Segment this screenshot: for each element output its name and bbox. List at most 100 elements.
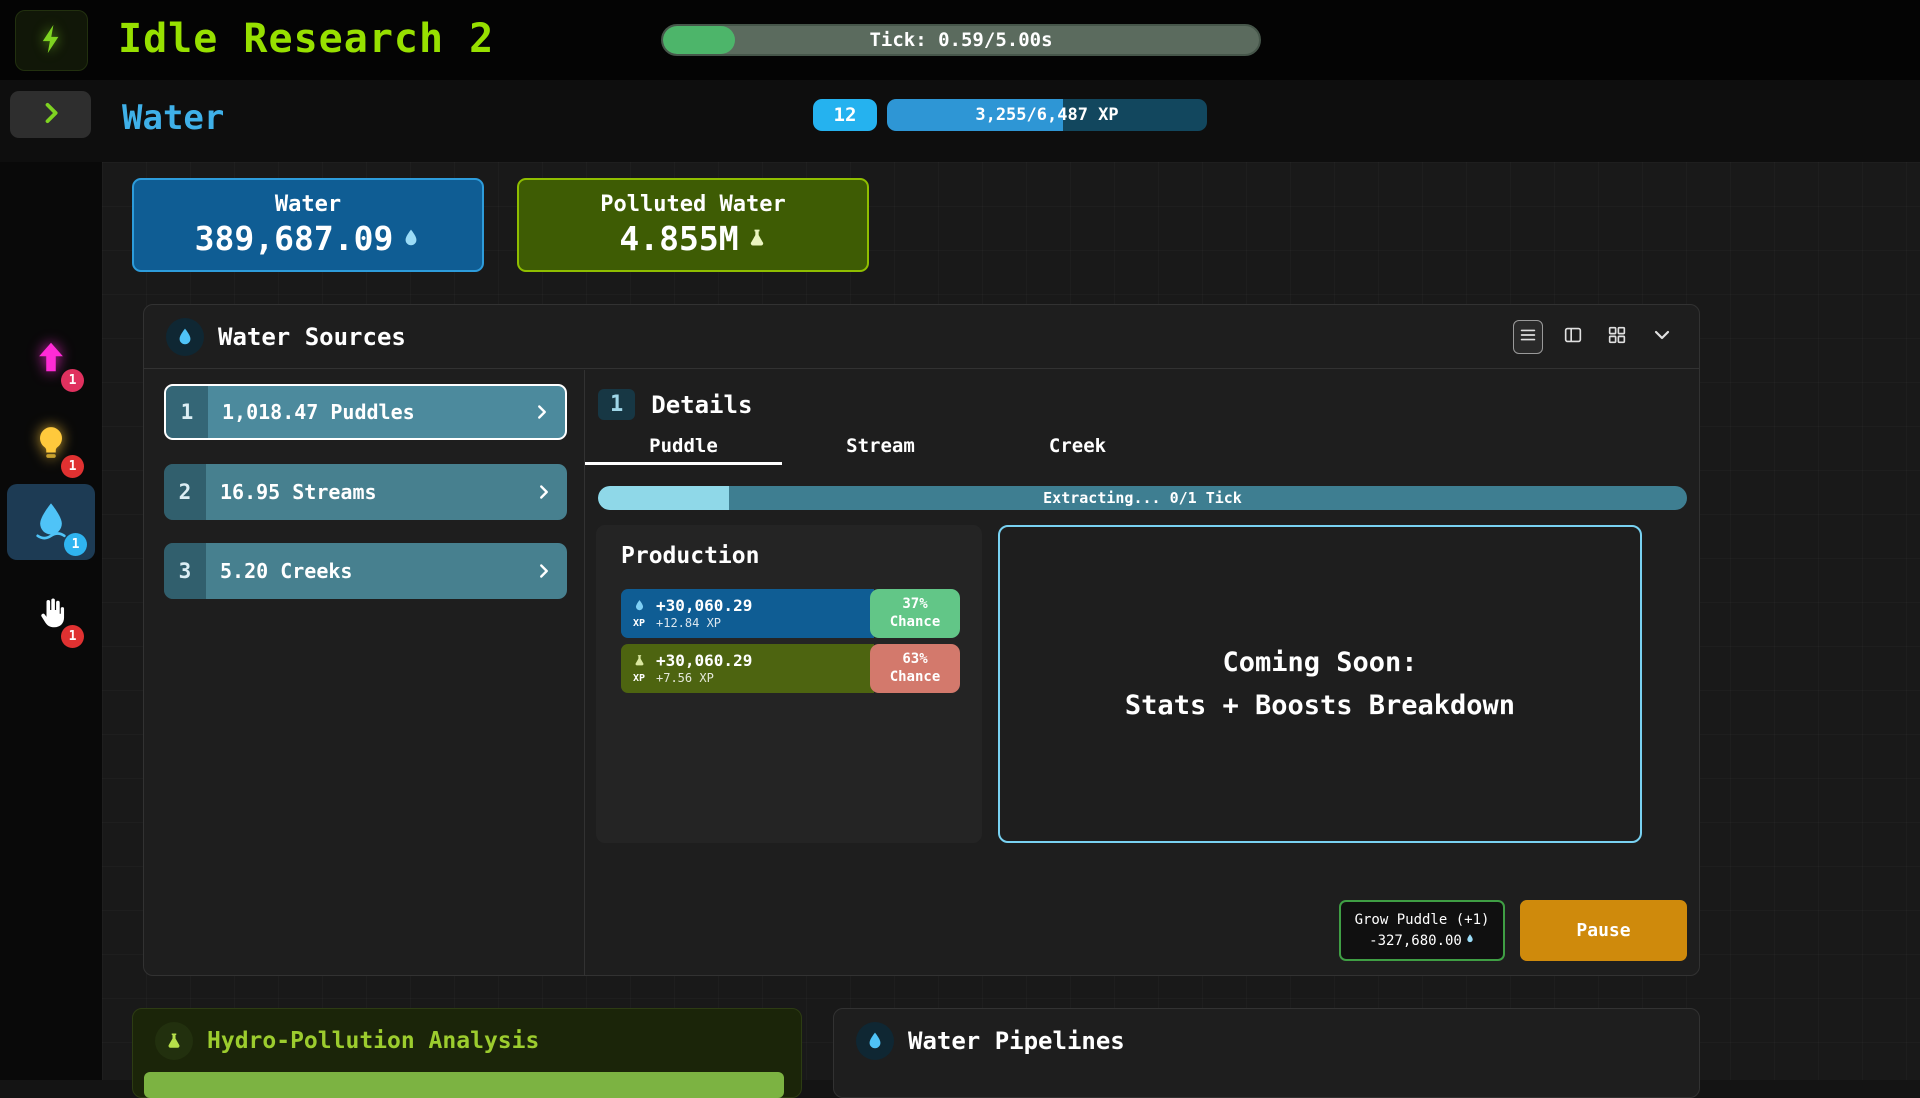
hydro-pollution-panel: Hydro-Pollution Analysis bbox=[132, 1008, 802, 1098]
grid-view-icon bbox=[1606, 324, 1628, 350]
sidebar-item-clicker[interactable]: 1 bbox=[22, 586, 80, 644]
production-row-water: XP +30,060.29 +12.84 XP 37% Chance bbox=[621, 589, 960, 638]
level-badge: 12 bbox=[813, 99, 877, 131]
source-index: 2 bbox=[164, 464, 206, 520]
production-title: Production bbox=[621, 543, 759, 569]
chance-badge: 37% Chance bbox=[870, 589, 960, 638]
polluted-amount: 4.855M bbox=[619, 219, 738, 258]
xp-chip: XP bbox=[633, 618, 645, 629]
source-item-puddles[interactable]: 1 1,018.47 Puddles bbox=[164, 384, 567, 440]
chevron-right-icon bbox=[37, 99, 65, 131]
extracting-label: Extracting... 0/1 Tick bbox=[598, 486, 1687, 510]
hydro-pollution-title: Hydro-Pollution Analysis bbox=[207, 1028, 539, 1054]
sidebar: 1 1 1 1 bbox=[0, 162, 102, 1080]
water-card-label: Water bbox=[275, 192, 341, 217]
details-title: Details bbox=[651, 391, 752, 419]
source-label: 1,018.47 Puddles bbox=[222, 400, 415, 424]
xp-label: 3,255/6,487 XP bbox=[887, 99, 1207, 131]
tick-progress-bar: Tick: 0.59/5.00s bbox=[661, 24, 1261, 56]
notification-badge: 1 bbox=[64, 533, 87, 556]
rows-view-icon bbox=[1517, 324, 1539, 350]
view-grid-button[interactable] bbox=[1603, 321, 1631, 353]
notification-badge: 1 bbox=[61, 625, 84, 648]
water-sources-title: Water Sources bbox=[218, 323, 406, 351]
sidebar-expand-button[interactable] bbox=[10, 91, 91, 138]
chevron-down-icon bbox=[1650, 323, 1674, 351]
source-label: 5.20 Creeks bbox=[220, 559, 352, 583]
water-drop-icon bbox=[856, 1022, 894, 1060]
app-logo-button[interactable] bbox=[15, 10, 88, 71]
flask-icon bbox=[747, 219, 767, 258]
grow-button-line1: Grow Puddle (+1) bbox=[1355, 910, 1490, 930]
polluted-card-label: Polluted Water bbox=[600, 192, 785, 217]
coming-soon-line2: Stats + Boosts Breakdown bbox=[1125, 684, 1515, 727]
production-amount: +30,060.29 bbox=[656, 596, 752, 616]
water-pipelines-header: Water Pipelines bbox=[834, 1009, 1699, 1073]
chevron-right-icon bbox=[531, 401, 553, 423]
water-sources-panel: Water Sources bbox=[143, 304, 1700, 976]
hydro-pollution-header: Hydro-Pollution Analysis bbox=[133, 1009, 801, 1073]
production-xp: +7.56 XP bbox=[656, 671, 752, 686]
pollution-progress-bar bbox=[144, 1072, 784, 1098]
water-sources-header: Water Sources bbox=[144, 305, 1699, 369]
water-drop-icon bbox=[1465, 931, 1475, 951]
chance-percent: 63% bbox=[902, 651, 927, 669]
polluted-water-resource-card[interactable]: Polluted Water 4.855M bbox=[517, 178, 869, 272]
sidebar-item-research[interactable]: 1 bbox=[22, 416, 80, 474]
xp-progress-bar: 3,255/6,487 XP bbox=[887, 99, 1207, 131]
flask-icon bbox=[155, 1022, 193, 1060]
app-title: Idle Research 2 bbox=[118, 16, 494, 62]
production-row-icons: XP bbox=[629, 653, 649, 684]
sidebar-item-water[interactable]: 1 bbox=[7, 484, 95, 560]
view-split-button[interactable] bbox=[1559, 321, 1587, 353]
polluted-card-value: 4.855M bbox=[619, 219, 766, 258]
source-index: 1 bbox=[166, 386, 208, 438]
view-rows-button[interactable] bbox=[1513, 320, 1543, 354]
extracting-progress-bar: Extracting... 0/1 Tick bbox=[598, 486, 1687, 510]
water-drop-icon bbox=[633, 598, 646, 617]
chance-percent: 37% bbox=[902, 596, 927, 614]
details-header: 1 Details bbox=[598, 389, 752, 420]
details-index: 1 bbox=[598, 389, 635, 420]
tab-creek[interactable]: Creek bbox=[979, 429, 1176, 465]
water-card-value: 389,687.09 bbox=[195, 219, 422, 258]
source-item-streams[interactable]: 2 16.95 Streams bbox=[164, 464, 567, 520]
view-toolbar bbox=[1513, 320, 1677, 354]
notification-badge: 1 bbox=[61, 455, 84, 478]
chevron-right-icon bbox=[533, 560, 555, 582]
collapse-panel-button[interactable] bbox=[1647, 320, 1677, 354]
chance-word: Chance bbox=[890, 669, 941, 687]
water-pipelines-panel: Water Pipelines bbox=[833, 1008, 1700, 1098]
chance-word: Chance bbox=[890, 614, 941, 632]
coming-soon-line1: Coming Soon: bbox=[1222, 641, 1417, 684]
water-pipelines-title: Water Pipelines bbox=[908, 1027, 1125, 1055]
notification-badge: 1 bbox=[61, 369, 84, 392]
tick-label: Tick: 0.59/5.00s bbox=[663, 26, 1259, 54]
water-amount: 389,687.09 bbox=[195, 219, 394, 258]
production-row-icons: XP bbox=[629, 598, 649, 629]
water-resource-card[interactable]: Water 389,687.09 bbox=[132, 178, 484, 272]
production-bar-polluted: XP +30,060.29 +7.56 XP bbox=[621, 644, 874, 693]
production-row-polluted: XP +30,060.29 +7.56 XP 63% Chance bbox=[621, 644, 960, 693]
details-tabs: Puddle Stream Creek bbox=[585, 429, 1176, 465]
lightning-bolt-icon bbox=[35, 18, 69, 64]
flask-icon bbox=[633, 653, 646, 672]
tab-puddle[interactable]: Puddle bbox=[585, 429, 782, 465]
coming-soon-box: Coming Soon: Stats + Boosts Breakdown bbox=[998, 525, 1642, 843]
split-view-icon bbox=[1562, 324, 1584, 350]
chevron-right-icon bbox=[533, 481, 555, 503]
source-label: 16.95 Streams bbox=[220, 480, 377, 504]
page-title: Water bbox=[122, 98, 224, 138]
water-drop-icon bbox=[166, 318, 204, 356]
page-header: Water 12 3,255/6,487 XP bbox=[0, 80, 1920, 162]
sidebar-item-upgrades[interactable]: 1 bbox=[22, 330, 80, 388]
production-amount: +30,060.29 bbox=[656, 651, 752, 671]
production-bar-water: XP +30,060.29 +12.84 XP bbox=[621, 589, 874, 638]
xp-chip: XP bbox=[633, 673, 645, 684]
source-index: 3 bbox=[164, 543, 206, 599]
pause-button[interactable]: Pause bbox=[1520, 900, 1687, 961]
top-bar: Idle Research 2 Tick: 0.59/5.00s bbox=[0, 0, 1920, 80]
tab-stream[interactable]: Stream bbox=[782, 429, 979, 465]
source-item-creeks[interactable]: 3 5.20 Creeks bbox=[164, 543, 567, 599]
grow-puddle-button[interactable]: Grow Puddle (+1) -327,680.00 bbox=[1339, 900, 1505, 961]
